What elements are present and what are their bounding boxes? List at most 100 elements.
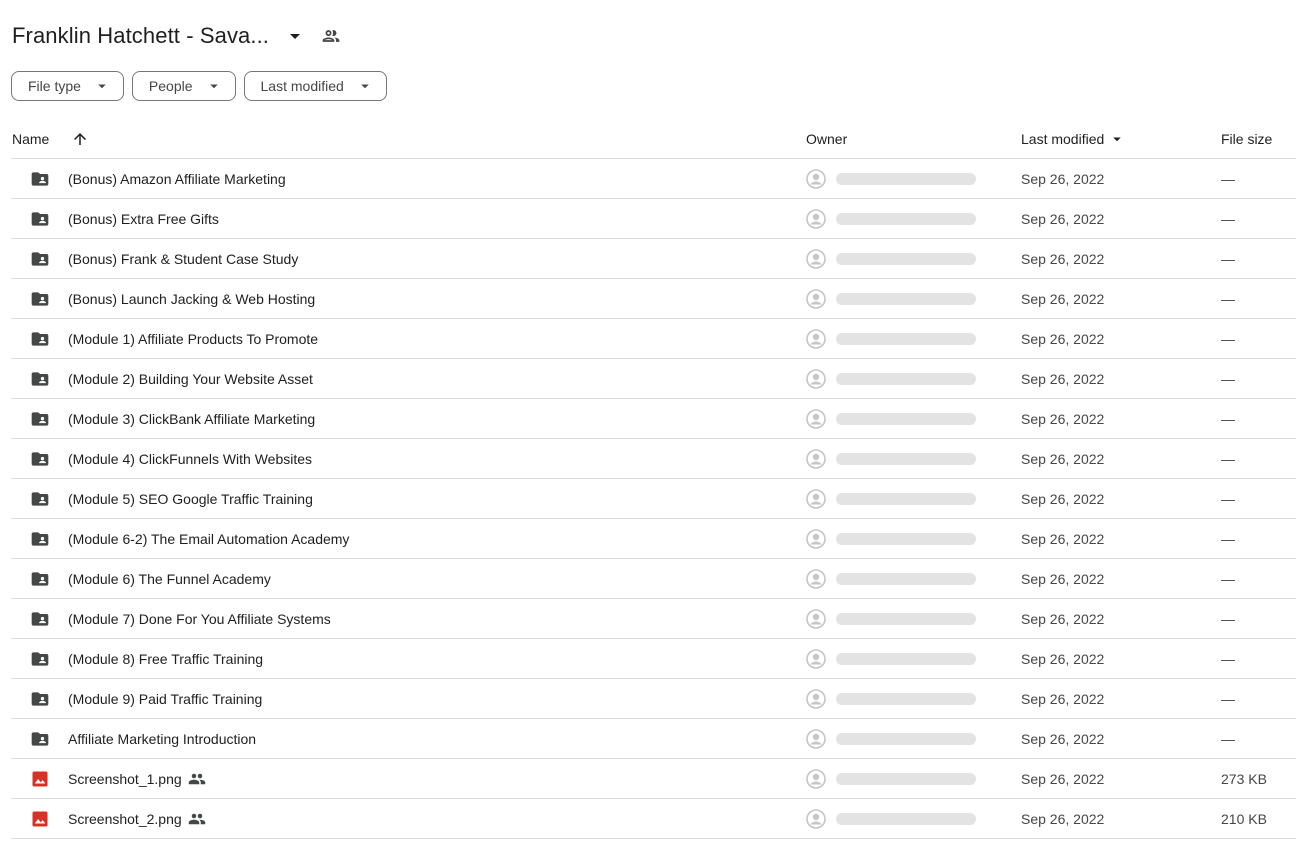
people-icon[interactable] bbox=[319, 24, 343, 48]
image-file-icon bbox=[30, 799, 50, 838]
shared-folder-icon bbox=[30, 399, 50, 438]
file-name-cell: (Module 6) The Funnel Academy bbox=[68, 559, 271, 598]
last-modified-date: Sep 26, 2022 bbox=[1021, 650, 1105, 667]
file-name-cell: (Bonus) Launch Jacking & Web Hosting bbox=[68, 279, 315, 318]
file-name: (Module 7) Done For You Affiliate System… bbox=[68, 610, 331, 627]
file-size: — bbox=[1221, 530, 1235, 547]
owner-cell bbox=[806, 559, 976, 598]
last-modified-date: Sep 26, 2022 bbox=[1021, 330, 1105, 347]
file-type-filter-label: File type bbox=[28, 78, 81, 94]
file-name: (Module 9) Paid Traffic Training bbox=[68, 690, 263, 707]
file-name-cell: Screenshot_1.png bbox=[68, 759, 206, 798]
owner-name-placeholder bbox=[836, 532, 976, 545]
file-size: — bbox=[1221, 610, 1235, 627]
owner-name-placeholder bbox=[836, 732, 976, 745]
last-modified-filter-label: Last modified bbox=[260, 78, 344, 94]
owner-cell bbox=[806, 239, 976, 278]
file-row[interactable]: (Bonus) Extra Free Gifts Sep 26, 2022 — bbox=[11, 199, 1296, 239]
file-name: (Module 5) SEO Google Traffic Training bbox=[68, 490, 313, 507]
file-row[interactable]: (Module 4) ClickFunnels With Websites Sep… bbox=[11, 439, 1296, 479]
folder-title[interactable]: Franklin Hatchett - Sava... bbox=[12, 23, 269, 49]
file-row[interactable]: (Module 5) SEO Google Traffic Training Se… bbox=[11, 479, 1296, 519]
column-last-modified-label: Last modified bbox=[1021, 131, 1105, 147]
owner-cell bbox=[806, 319, 976, 358]
avatar-icon bbox=[806, 608, 826, 629]
owner-cell bbox=[806, 679, 976, 718]
column-file-size[interactable]: File size bbox=[1221, 120, 1272, 158]
last-modified-date: Sep 26, 2022 bbox=[1021, 250, 1105, 267]
file-name-cell: (Module 5) SEO Google Traffic Training bbox=[68, 479, 313, 518]
last-modified-date: Sep 26, 2022 bbox=[1021, 290, 1105, 307]
owner-cell bbox=[806, 799, 976, 838]
owner-cell bbox=[806, 599, 976, 638]
file-name-cell: Screenshot_2.png bbox=[68, 799, 206, 838]
file-row[interactable]: (Bonus) Launch Jacking & Web Hosting Sep … bbox=[11, 279, 1296, 319]
file-row[interactable]: Screenshot_2.png Sep 26, 2022 210 KB bbox=[11, 799, 1296, 839]
file-name: (Module 1) Affiliate Products To Promote bbox=[68, 330, 319, 347]
owner-cell bbox=[806, 279, 976, 318]
file-row[interactable]: (Module 8) Free Traffic Training Sep 26, … bbox=[11, 639, 1296, 679]
file-size: — bbox=[1221, 370, 1235, 387]
owner-name-placeholder bbox=[836, 172, 976, 185]
file-size: — bbox=[1221, 690, 1235, 707]
column-last-modified[interactable]: Last modified bbox=[1021, 120, 1126, 158]
shared-folder-icon bbox=[30, 359, 50, 398]
file-size: — bbox=[1221, 570, 1235, 587]
owner-name-placeholder bbox=[836, 692, 976, 705]
avatar-icon bbox=[806, 648, 826, 669]
column-owner[interactable]: Owner bbox=[806, 120, 847, 158]
arrow-drop-down-icon bbox=[356, 77, 374, 95]
file-row[interactable]: (Bonus) Amazon Affiliate Marketing Sep 26… bbox=[11, 159, 1296, 199]
file-name-cell: (Bonus) Amazon Affiliate Marketing bbox=[68, 159, 286, 198]
shared-folder-icon bbox=[30, 719, 50, 758]
arrow-upward-icon[interactable] bbox=[71, 120, 89, 158]
arrow-drop-down-icon bbox=[93, 77, 111, 95]
avatar-icon bbox=[806, 168, 826, 189]
file-name: (Module 2) Building Your Website Asset bbox=[68, 370, 313, 387]
arrow-drop-down-icon[interactable] bbox=[283, 24, 307, 48]
file-name-cell: (Module 7) Done For You Affiliate System… bbox=[68, 599, 331, 638]
shared-folder-icon bbox=[30, 279, 50, 318]
file-row[interactable]: (Module 3) ClickBank Affiliate Marketing… bbox=[11, 399, 1296, 439]
file-name: Screenshot_1.png bbox=[68, 770, 182, 787]
file-row[interactable]: (Module 2) Building Your Website Asset Se… bbox=[11, 359, 1296, 399]
avatar-icon bbox=[806, 448, 826, 469]
file-name: (Module 4) ClickFunnels With Websites bbox=[68, 450, 313, 467]
file-row[interactable]: (Module 9) Paid Traffic Training Sep 26, … bbox=[11, 679, 1296, 719]
shared-people-icon bbox=[188, 810, 206, 828]
file-row[interactable]: Affiliate Marketing Introduction Sep 26, … bbox=[11, 719, 1296, 759]
last-modified-date: Sep 26, 2022 bbox=[1021, 210, 1105, 227]
file-size: — bbox=[1221, 490, 1235, 507]
owner-name-placeholder bbox=[836, 652, 976, 665]
image-file-icon bbox=[30, 759, 50, 798]
people-filter[interactable]: People bbox=[131, 71, 236, 101]
file-name-cell: (Module 9) Paid Traffic Training bbox=[68, 679, 262, 718]
file-list: (Bonus) Amazon Affiliate Marketing Sep 26… bbox=[11, 159, 1296, 839]
owner-cell bbox=[806, 759, 976, 798]
file-row[interactable]: (Module 1) Affiliate Products To Promote… bbox=[11, 319, 1296, 359]
filter-bar: File type People Last modified bbox=[11, 71, 387, 101]
file-row[interactable]: (Module 6) The Funnel Academy Sep 26, 202… bbox=[11, 559, 1296, 599]
last-modified-date: Sep 26, 2022 bbox=[1021, 410, 1105, 427]
file-row[interactable]: Screenshot_1.png Sep 26, 2022 273 KB bbox=[11, 759, 1296, 799]
file-name: Screenshot_2.png bbox=[68, 810, 182, 827]
file-size: — bbox=[1221, 650, 1235, 667]
shared-folder-icon bbox=[30, 439, 50, 478]
owner-name-placeholder bbox=[836, 452, 976, 465]
file-name-cell: Affiliate Marketing Introduction bbox=[68, 719, 256, 758]
file-name-cell: (Module 3) ClickBank Affiliate Marketing bbox=[68, 399, 315, 438]
avatar-icon bbox=[806, 328, 826, 349]
file-row[interactable]: (Bonus) Frank & Student Case Study Sep 26… bbox=[11, 239, 1296, 279]
last-modified-filter[interactable]: Last modified bbox=[243, 71, 387, 101]
people-filter-label: People bbox=[148, 78, 193, 94]
shared-folder-icon bbox=[30, 599, 50, 638]
avatar-icon bbox=[806, 528, 826, 549]
file-name: (Module 6) The Funnel Academy bbox=[68, 570, 271, 587]
file-size: — bbox=[1221, 330, 1235, 347]
avatar-icon bbox=[806, 728, 826, 749]
file-type-filter[interactable]: File type bbox=[11, 71, 124, 101]
shared-people-icon bbox=[188, 770, 206, 788]
file-row[interactable]: (Module 6-2) The Email Automation Academ… bbox=[11, 519, 1296, 559]
file-row[interactable]: (Module 7) Done For You Affiliate System… bbox=[11, 599, 1296, 639]
column-name[interactable]: Name bbox=[12, 120, 49, 158]
